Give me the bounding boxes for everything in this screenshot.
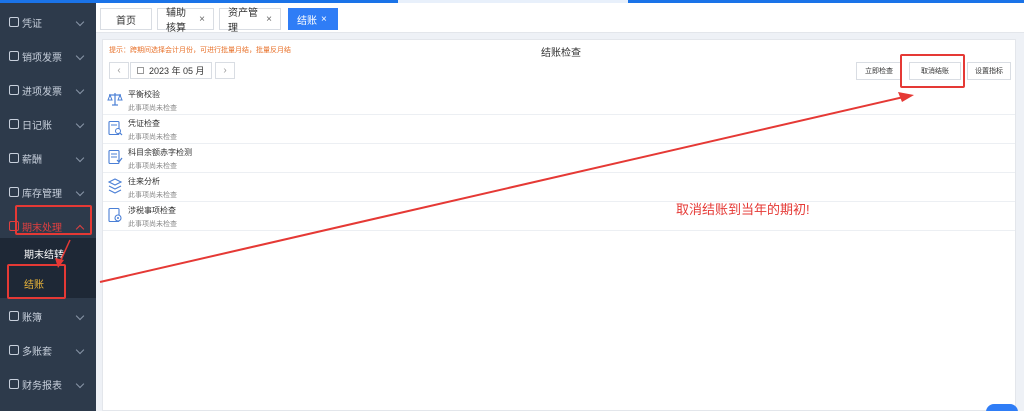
sidebar-item-label: 薪酬 — [22, 154, 42, 166]
salary-icon — [9, 153, 19, 163]
sidebar-item-financial-report[interactable]: 财务报表 — [0, 367, 96, 401]
sidebar-item-label: 日记账 — [22, 120, 52, 132]
deficit-check-icon — [108, 149, 123, 165]
voucher-search-icon — [108, 120, 123, 136]
chevron-down-icon — [75, 311, 85, 321]
sidebar-item-multi-book[interactable]: 多账套 — [0, 333, 96, 367]
check-item-status: 此事项尚未检查 — [128, 221, 177, 228]
check-item-status: 此事项尚未检查 — [128, 105, 177, 112]
sidebar-item-sales-invoice[interactable]: 销项发票 — [0, 39, 96, 73]
balance-scale-icon — [107, 93, 123, 106]
sidebar-subitem-label: 期末结转 — [24, 249, 64, 261]
chevron-down-icon — [75, 379, 85, 389]
tab-bar: 首页 辅助核算 × 资产管理 × 结账 × — [96, 3, 1024, 34]
period-picker[interactable]: 2023 年 05 月 — [130, 62, 212, 79]
chevron-down-icon — [75, 119, 85, 129]
close-icon[interactable]: × — [199, 14, 205, 25]
warehouse-icon — [9, 187, 19, 197]
period-value: 2023 年 05 月 — [149, 66, 205, 76]
tab-label: 结账 — [297, 15, 317, 27]
next-period-button[interactable]: › — [215, 62, 235, 79]
sidebar-item-journal[interactable]: 日记账 — [0, 107, 96, 141]
cubes-icon — [107, 178, 123, 194]
multi-book-icon — [9, 345, 19, 355]
page-title: 结账检查 — [541, 48, 581, 59]
sidebar-item-ledger[interactable]: 账簿 — [0, 299, 96, 333]
calendar-icon — [137, 67, 144, 74]
tax-doc-icon — [108, 207, 122, 223]
prev-period-button[interactable]: ‹ — [109, 62, 129, 79]
sidebar-item-inventory[interactable]: 库存管理 — [0, 175, 96, 209]
check-item-row: 涉税事项检查 此事项尚未检查 — [103, 202, 1015, 231]
chevron-down-icon — [75, 85, 85, 95]
invoice-in-icon — [9, 85, 19, 95]
set-indicator-button[interactable]: 设置指标 — [967, 62, 1011, 80]
sidebar-item-label: 财务报表 — [22, 380, 62, 392]
check-item-status: 此事项尚未检查 — [128, 163, 177, 170]
tab-close-books[interactable]: 结账 × — [288, 8, 338, 30]
check-item-title: 凭证检查 — [128, 119, 160, 128]
check-item-row: 平衡校验 此事项尚未检查 — [103, 86, 1015, 115]
highlight-box-cancel-close — [900, 54, 965, 88]
sidebar-item-label: 账簿 — [22, 312, 42, 324]
close-icon[interactable]: × — [321, 14, 327, 25]
tab-aux-accounting[interactable]: 辅助核算 × — [157, 8, 214, 34]
chevron-down-icon — [75, 345, 85, 355]
journal-icon — [9, 119, 19, 129]
tab-home[interactable]: 首页 — [100, 8, 152, 30]
chevron-down-icon — [75, 17, 85, 27]
hint-text: 提示：跨期间选择会计月份，可进行批量月结，批量反月结 — [109, 47, 291, 54]
annotation-text: 取消结账到当年的期初! — [676, 202, 810, 217]
close-books-panel: 提示：跨期间选择会计月份，可进行批量月结，批量反月结 结账检查 ‹ 2023 年… — [102, 39, 1016, 411]
tab-label: 资产管理 — [228, 8, 258, 34]
sidebar-item-label: 多账套 — [22, 346, 52, 358]
check-item-row: 凭证检查 此事项尚未检查 — [103, 115, 1015, 144]
sidebar-item-label: 销项发票 — [22, 52, 62, 64]
check-item-title: 平衡校验 — [128, 90, 160, 99]
chevron-down-icon — [75, 153, 85, 163]
sidebar-item-voucher[interactable]: 凭证 — [0, 5, 96, 39]
sidebar-item-label: 库存管理 — [22, 188, 62, 200]
check-now-button[interactable]: 立即检查 — [856, 62, 902, 80]
help-button[interactable] — [986, 404, 1018, 411]
sidebar-item-label: 进项发票 — [22, 86, 62, 98]
check-item-row: 科目余额赤字检测 此事项尚未检查 — [103, 144, 1015, 173]
close-icon[interactable]: × — [266, 14, 272, 25]
ledger-icon — [9, 311, 19, 321]
highlight-box-period-end — [15, 205, 92, 235]
check-item-status: 此事项尚未检查 — [128, 192, 177, 199]
chevron-down-icon — [75, 51, 85, 61]
sidebar-item-salary[interactable]: 薪酬 — [0, 141, 96, 175]
sidebar-item-purchase-invoice[interactable]: 进项发票 — [0, 73, 96, 107]
sidebar-item-label: 凭证 — [22, 18, 42, 30]
voucher-icon — [9, 17, 19, 27]
check-item-status: 此事项尚未检查 — [128, 134, 177, 141]
highlight-box-close-books — [7, 264, 66, 299]
check-item-row: 往来分析 此事项尚未检查 — [103, 173, 1015, 202]
check-item-title: 往来分析 — [128, 177, 160, 186]
invoice-out-icon — [9, 51, 19, 61]
check-item-title: 涉税事项检查 — [128, 206, 176, 215]
report-icon — [9, 379, 19, 389]
tab-label: 辅助核算 — [166, 8, 186, 34]
tab-label: 首页 — [116, 15, 136, 27]
check-item-title: 科目余额赤字检测 — [128, 148, 192, 157]
chevron-down-icon — [75, 187, 85, 197]
tab-asset-management[interactable]: 资产管理 × — [219, 8, 281, 34]
